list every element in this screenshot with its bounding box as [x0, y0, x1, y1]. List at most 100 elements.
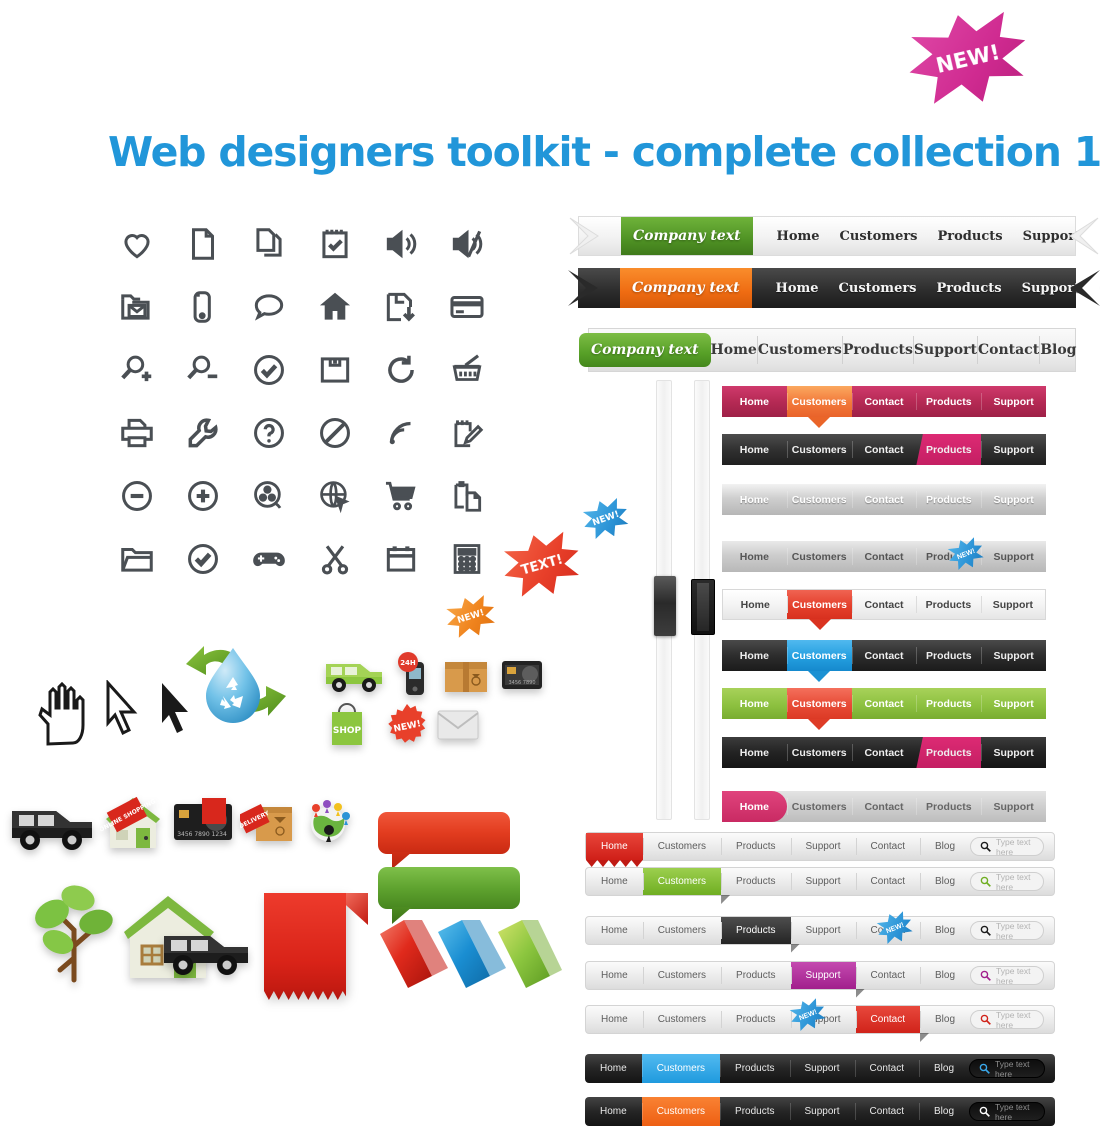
speaker-mute-icon[interactable] [434, 212, 500, 275]
nav-item-home[interactable]: Home [585, 1054, 642, 1083]
search-nav-dark-orange[interactable]: Home Customers Products Support Contact … [585, 1097, 1055, 1126]
nav-item-customers[interactable]: Customers [786, 737, 852, 768]
zoom-out-icon[interactable] [170, 338, 236, 401]
nav-link-products[interactable]: Products [938, 229, 1003, 244]
refresh-icon[interactable] [368, 338, 434, 401]
nav-item-contact[interactable]: Contact [851, 688, 917, 719]
nav-item-home[interactable]: Home [722, 640, 787, 671]
scrollbar-track[interactable] [691, 380, 715, 820]
nav-item-customers-active[interactable]: Customers [786, 640, 852, 671]
nav-item-products[interactable]: Products [916, 688, 981, 719]
nav-item-contact[interactable]: Contact [851, 541, 917, 572]
nav-item-customers-active[interactable]: Customers [787, 590, 852, 619]
nav-item-customers-active[interactable]: Customers [641, 1054, 721, 1083]
nav-item-contact[interactable]: Contact [855, 868, 920, 895]
nav-item-home[interactable]: Home [722, 541, 787, 572]
nav-link-customers[interactable]: Customers [839, 281, 917, 296]
nav-item-blog[interactable]: Blog [920, 962, 970, 989]
minus-circle-icon[interactable] [104, 464, 170, 527]
nav-item-contact[interactable]: Contact [851, 791, 917, 822]
nav-item-home[interactable]: Home [722, 386, 787, 417]
nav-link-contact[interactable]: Contact [976, 336, 1039, 364]
nav-item-products-active[interactable]: Products [916, 737, 982, 768]
gamepad-icon[interactable] [236, 527, 302, 590]
nav-item-support-active[interactable]: Support [790, 962, 856, 989]
scissors-icon[interactable] [302, 527, 368, 590]
nav-item-home-active[interactable]: Home [722, 791, 787, 822]
speech-bubble-icon[interactable] [236, 275, 302, 338]
nav-item-blog[interactable]: Blog [920, 1006, 970, 1033]
nav-item-home[interactable]: Home [723, 590, 787, 619]
nav-item-contact[interactable]: Contact [851, 640, 917, 671]
nav-item-blog[interactable]: Blog [920, 833, 970, 860]
notepad-pencil-icon[interactable] [434, 401, 500, 464]
nav-item-home[interactable]: Home [586, 917, 643, 944]
document-icon[interactable] [170, 212, 236, 275]
scrollbar-thumb[interactable] [654, 576, 676, 636]
heart-icon[interactable] [104, 212, 170, 275]
nav-item-support[interactable]: Support [790, 868, 856, 895]
nav-charcoal[interactable]: Home Customers Contact Products Support [722, 434, 1046, 465]
nav-item-support[interactable]: Support [981, 386, 1046, 417]
nav-crimson[interactable]: Home Customers Contact Products Support [722, 386, 1046, 417]
nav-item-products[interactable]: Products [720, 1054, 789, 1083]
nav-item-products[interactable]: Products [721, 833, 790, 860]
nav-item-support[interactable]: Support [981, 640, 1046, 671]
nav-item-products[interactable]: Products [916, 640, 981, 671]
nav-item-contact[interactable]: Contact [855, 962, 920, 989]
ribbon-nav-dark[interactable]: Company text Home Customers Products Sup… [578, 268, 1080, 308]
zoom-in-icon[interactable] [104, 338, 170, 401]
nav-item-support[interactable]: Support [981, 434, 1046, 465]
speaker-on-icon[interactable] [368, 212, 434, 275]
nav-item-products[interactable]: Products [916, 590, 980, 619]
nav-item-contact[interactable]: Contact [851, 386, 917, 417]
nav-item-customers[interactable]: Customers [642, 1006, 721, 1033]
nav-item-home[interactable]: Home [585, 1097, 642, 1126]
search-input[interactable]: Type text here [970, 966, 1044, 986]
nav-item-customers[interactable]: Customers [786, 791, 852, 822]
calculator-icon[interactable] [434, 527, 500, 590]
nav-item-home[interactable]: Home [722, 737, 787, 768]
nav-item-home[interactable]: Home [722, 688, 787, 719]
globe-pointer-icon[interactable] [302, 464, 368, 527]
nav-item-products[interactable]: Products [720, 1097, 789, 1126]
search-input[interactable]: Type text here [970, 921, 1044, 941]
nav-item-support[interactable]: Support [789, 1054, 855, 1083]
nav-item-home[interactable]: Home [586, 868, 643, 895]
film-reel-icon[interactable] [236, 464, 302, 527]
nav-link-support[interactable]: Support [912, 336, 977, 364]
search-input[interactable]: Type text here [969, 1059, 1045, 1079]
save-download-icon[interactable] [368, 275, 434, 338]
nav-item-support[interactable]: Support [981, 688, 1046, 719]
nav-item-contact-active[interactable]: Contact [855, 1006, 921, 1033]
nav-item-support[interactable]: Support [981, 737, 1046, 768]
search-input[interactable]: Type text here [970, 837, 1044, 857]
search-input[interactable]: Type text here [970, 1010, 1044, 1030]
nav-item-customers-active[interactable]: Customers [641, 1097, 721, 1126]
nav-lime[interactable]: Home Customers Contact Products Support [722, 688, 1046, 719]
nav-black[interactable]: Home Customers Contact Products Support [722, 737, 1046, 768]
nav-item-customers[interactable]: Customers [786, 541, 852, 572]
nav-item-customers-active[interactable]: Customers [786, 688, 852, 719]
nav-item-customers[interactable]: Customers [786, 484, 852, 515]
nav-item-home[interactable]: Home [722, 484, 787, 515]
copy-documents-icon[interactable] [236, 212, 302, 275]
nav-item-support[interactable]: Support [980, 590, 1045, 619]
nav-item-home[interactable]: Home [722, 434, 787, 465]
nav-item-customers-active[interactable]: Customers [642, 868, 722, 895]
search-nav-black[interactable]: Home Customers Products Support Contact … [585, 916, 1055, 945]
search-nav-purple[interactable]: Home Customers Products Support Contact … [585, 961, 1055, 990]
nav-item-products[interactable]: Products [721, 868, 790, 895]
nav-item-products-active[interactable]: Products [916, 434, 982, 465]
nav-item-products[interactable]: Products [916, 484, 981, 515]
ribbon-nav-white[interactable]: Company text Home Customers Products Sup… [578, 216, 1081, 256]
nav-link-home[interactable]: Home [776, 281, 819, 296]
nav-item-blog[interactable]: Blog [920, 917, 970, 944]
rss-feed-icon[interactable] [368, 401, 434, 464]
search-input[interactable]: Type text here [969, 1102, 1045, 1122]
nav-item-blog[interactable]: Blog [920, 868, 970, 895]
nav-item-customers[interactable]: Customers [642, 917, 721, 944]
company-tag[interactable]: Company text [620, 268, 752, 308]
nav-item-support[interactable]: Support [981, 541, 1046, 572]
nav-link-blog[interactable]: Blog [1039, 336, 1076, 364]
